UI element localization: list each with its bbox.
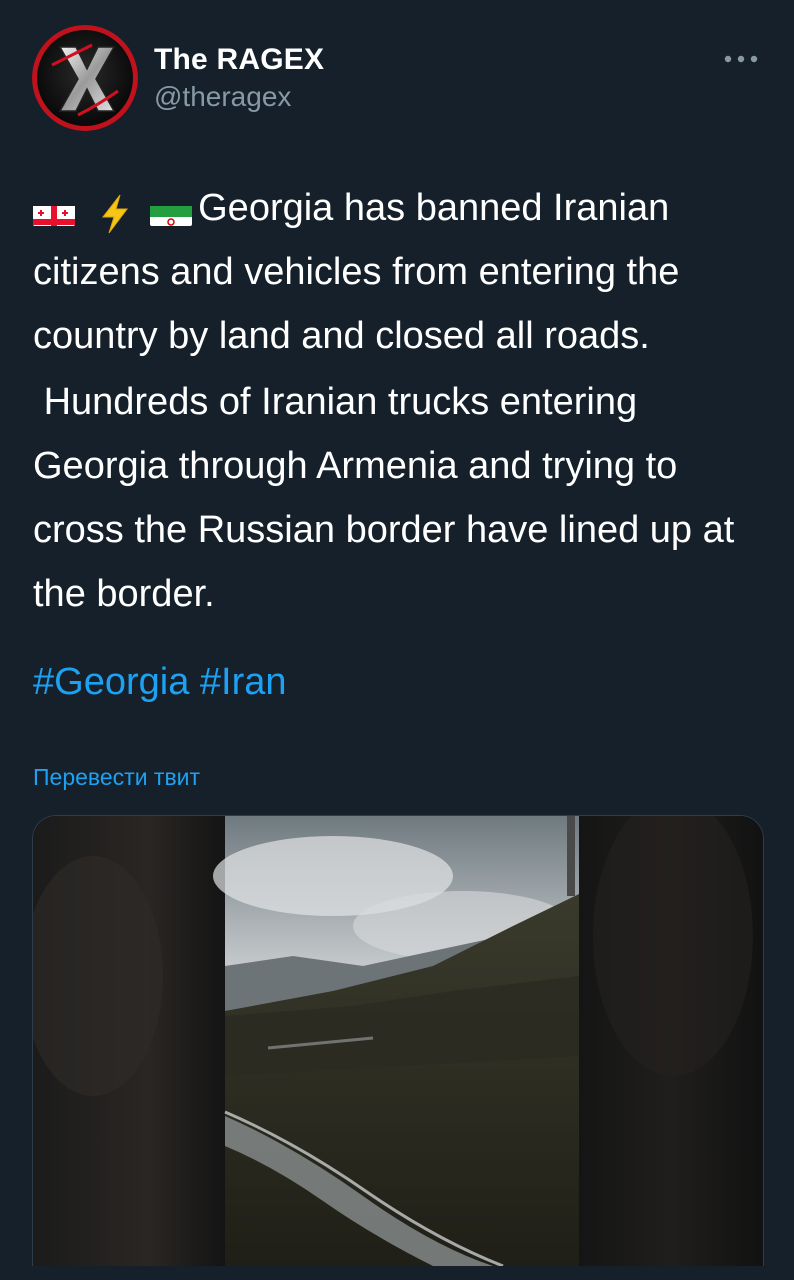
tweet-paragraph-2: Hundreds of Iranian trucks entering Geor… xyxy=(33,381,745,615)
more-dots-icon xyxy=(724,55,758,63)
tweet: The RAGEX @theragex Georgia has banned I… xyxy=(0,0,794,1280)
hashtags: #Georgia #Iran xyxy=(33,652,287,712)
translate-tweet-link[interactable]: Перевести твит xyxy=(33,760,200,794)
hashtag-iran[interactable]: #Iran xyxy=(200,661,287,703)
more-options-button[interactable] xyxy=(712,42,776,78)
hashtag-georgia[interactable]: #Georgia xyxy=(33,661,189,703)
tweet-paragraph-1: Georgia has banned Iranian citizens and … xyxy=(33,176,773,368)
lightning-bolt-icon xyxy=(98,190,132,234)
avatar[interactable] xyxy=(32,25,138,131)
tweet-media-video[interactable] xyxy=(32,815,764,1266)
author-name[interactable]: The RAGEX xyxy=(154,42,324,78)
author-handle[interactable]: @theragex xyxy=(154,80,291,114)
video-thumbnail xyxy=(33,816,763,1266)
georgia-flag-icon xyxy=(33,194,75,226)
iran-flag-icon xyxy=(150,194,193,226)
ragex-logo xyxy=(32,25,138,131)
tweet-text: Georgia has banned Iranian citizens and … xyxy=(33,176,773,626)
